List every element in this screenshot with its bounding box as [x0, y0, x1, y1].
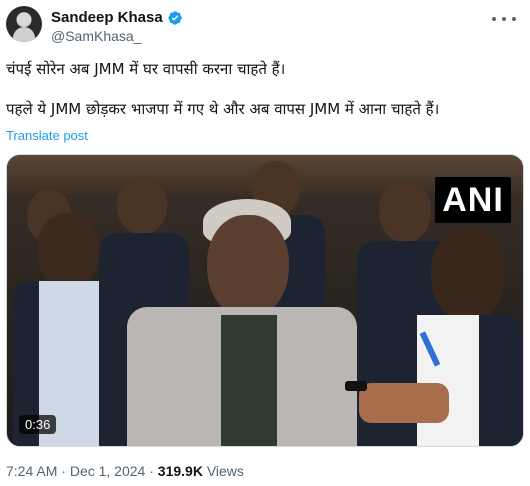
video-duration-badge: 0:36	[19, 415, 57, 434]
more-options-icon[interactable]	[492, 11, 516, 27]
author-display-name[interactable]: Sandeep Khasa	[51, 9, 163, 26]
post-date[interactable]: Dec 1, 2024	[70, 463, 146, 479]
tweet-text-line-2: पहले ये JMM छोड़कर भाजपा में गए थे और अब…	[6, 100, 440, 118]
views-label: Views	[206, 463, 244, 479]
meta-separator-2: ·	[149, 463, 154, 479]
tweet-text-line-1: चंपई सोरेन अब JMM में घर वापसी करना चाहत…	[6, 60, 286, 78]
post-time[interactable]: 7:24 AM	[6, 463, 57, 479]
watermark-text: ANI	[442, 180, 504, 219]
verified-badge-icon	[168, 10, 182, 25]
views-count: 319.9K	[157, 463, 203, 479]
meta-separator-1: ·	[61, 463, 66, 479]
tweet-header: Sandeep Khasa @SamKhasa_	[6, 5, 524, 47]
author-avatar[interactable]	[6, 6, 42, 42]
author-handle[interactable]: @SamKhasa_	[51, 28, 141, 44]
tweet-meta: 7:24 AM · Dec 1, 2024 · 319.9K Views	[6, 463, 244, 479]
tweet-text: चंपई सोरेन अब JMM में घर वापसी करना चाहत…	[6, 59, 518, 119]
translate-post-link[interactable]: Translate post	[6, 128, 88, 143]
ani-watermark-logo: ANI	[435, 177, 511, 223]
author-name-row: Sandeep Khasa	[51, 9, 183, 26]
video-player[interactable]: ANI 0:36	[6, 154, 524, 447]
